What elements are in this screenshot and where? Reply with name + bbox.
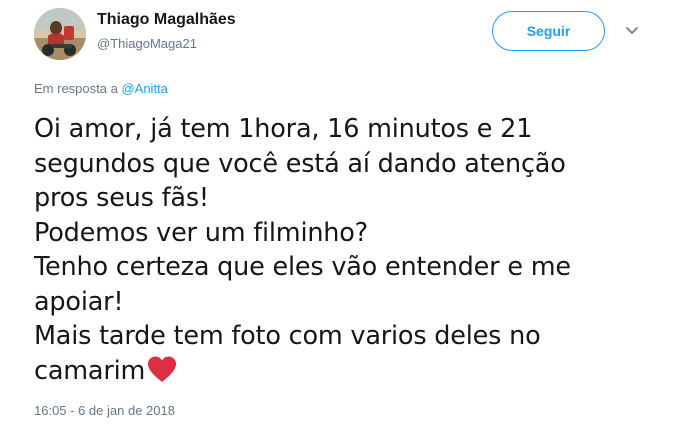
tweet-line: segundos que você está aí dando atenção (34, 148, 566, 179)
tweet-line: Tenho certeza que eles vão entender e me (34, 252, 571, 282)
author-handle[interactable]: @ThiagoMaga21 (97, 36, 197, 51)
heart-icon (146, 355, 178, 393)
tweet-line: Mais tarde tem foto com varios deles no (34, 321, 541, 351)
tweet-last-line: camarim (34, 354, 664, 393)
tweet-line: Oi amor, já tem 1hora, 16 minutos e 21 (34, 114, 533, 144)
author-avatar[interactable] (34, 8, 86, 60)
tweet-card: Thiago Magalhães @ThiagoMaga21 Seguir Em… (0, 0, 675, 429)
follow-button[interactable]: Seguir (492, 11, 605, 51)
tweet-line: apoiar! (34, 286, 124, 317)
reply-prefix: Em resposta a (34, 81, 118, 96)
tweet-line: camarim (34, 355, 146, 386)
reply-context: Em resposta a @Anitta (34, 81, 168, 96)
tweet-line: Podemos ver um filminho? (34, 217, 368, 248)
chevron-down-icon[interactable] (624, 22, 640, 38)
tweet-line: pros seus fãs! (34, 183, 209, 213)
tweet-timestamp[interactable]: 16:05 - 6 de jan de 2018 (34, 403, 175, 418)
profile-photo-icon (34, 8, 86, 60)
author-name[interactable]: Thiago Magalhães (97, 11, 236, 29)
tweet-text: Oi amor, já tem 1hora, 16 minutos e 21 s… (34, 112, 664, 392)
reply-mention-link[interactable]: @Anitta (121, 81, 167, 96)
